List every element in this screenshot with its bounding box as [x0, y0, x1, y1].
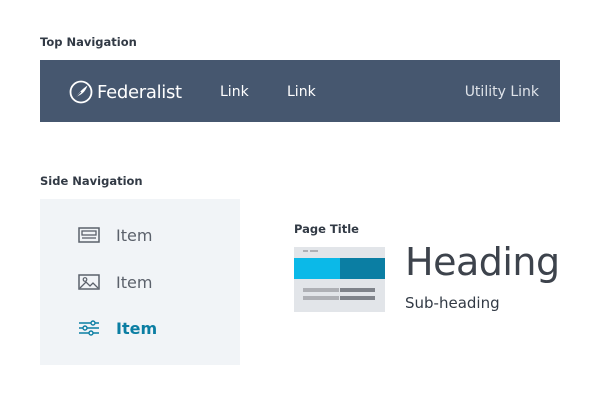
browser-window-icon — [78, 225, 100, 245]
brand-logo-link[interactable]: Federalist — [69, 80, 182, 104]
nav-link-1[interactable]: Link — [220, 84, 249, 100]
top-navigation-bar: Federalist Link Link Utility Link — [40, 60, 560, 122]
side-nav-item-label: Item — [116, 318, 158, 338]
image-icon — [78, 272, 100, 292]
top-navigation-section-label: Top Navigation — [40, 35, 137, 49]
side-nav-item-1[interactable]: Item — [78, 223, 152, 247]
page-layout-thumbnail — [294, 247, 385, 312]
side-nav-item-label: Item — [116, 272, 153, 292]
side-navigation: Item Item Item — [40, 199, 240, 365]
brand-name: Federalist — [97, 81, 182, 103]
side-nav-item-3-active[interactable]: Item — [78, 316, 157, 340]
side-nav-item-label: Item — [116, 225, 153, 245]
federalist-logo-icon — [69, 80, 93, 104]
utility-link[interactable]: Utility Link — [465, 84, 539, 100]
side-nav-item-2[interactable]: Item — [78, 270, 152, 294]
side-navigation-section-label: Side Navigation — [40, 174, 143, 188]
page-heading: Heading — [405, 240, 560, 284]
page-subheading: Sub-heading — [405, 294, 500, 312]
sliders-icon — [78, 318, 100, 338]
nav-link-2[interactable]: Link — [287, 84, 316, 100]
page-title-section-label: Page Title — [294, 222, 359, 236]
